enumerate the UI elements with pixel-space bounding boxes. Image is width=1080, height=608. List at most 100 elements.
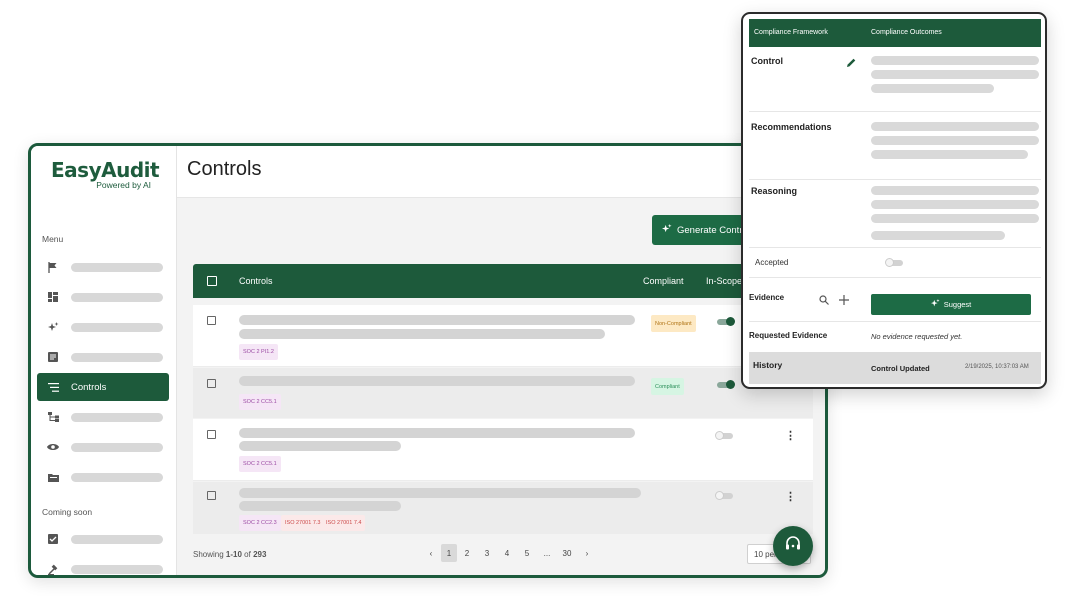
page-button[interactable]: 2 bbox=[457, 544, 477, 562]
sparkle-icon bbox=[930, 299, 940, 310]
in-scope-toggle[interactable] bbox=[715, 431, 733, 440]
sidebar-item-view[interactable] bbox=[37, 435, 169, 459]
nav-label-placeholder bbox=[71, 534, 163, 544]
logo-text: EasyAudit bbox=[51, 158, 160, 182]
sidebar-item-tasks[interactable] bbox=[37, 527, 169, 551]
in-scope-toggle[interactable] bbox=[715, 491, 733, 500]
page-title: Controls bbox=[187, 158, 262, 180]
recommendations-section: Recommendations bbox=[749, 112, 1041, 180]
panel-tabs: Compliance Framework Compliance Outcomes bbox=[749, 19, 1041, 47]
table-row[interactable]: SOC 2 CC5.1 ⋮ bbox=[193, 419, 813, 481]
sidebar-item-flag[interactable] bbox=[37, 255, 169, 279]
in-scope-toggle[interactable] bbox=[717, 380, 735, 389]
accepted-toggle[interactable] bbox=[885, 258, 903, 267]
column-header-in-scope[interactable]: In-Scope bbox=[706, 276, 742, 286]
text-placeholder bbox=[871, 214, 1039, 223]
control-text-placeholder bbox=[239, 441, 401, 451]
framework-tag: ISO 27001 7.3 bbox=[281, 515, 325, 531]
headset-icon bbox=[784, 535, 802, 558]
in-scope-toggle[interactable] bbox=[717, 317, 735, 326]
pagination: ‹ 1 2 3 4 5 ... 30 › bbox=[421, 544, 597, 562]
search-icon[interactable] bbox=[819, 292, 829, 310]
sidebar-item-controls[interactable]: Controls bbox=[37, 373, 169, 401]
row-actions-menu-icon[interactable]: ⋮ bbox=[785, 431, 796, 442]
toggle-knob bbox=[726, 317, 735, 326]
evidence-label: Evidence bbox=[749, 293, 785, 302]
text-placeholder bbox=[871, 136, 1039, 145]
accepted-section: Accepted bbox=[749, 248, 1041, 278]
toggle-knob bbox=[726, 380, 735, 389]
text-placeholder bbox=[871, 150, 1028, 159]
control-text-placeholder bbox=[239, 428, 635, 438]
text-placeholder bbox=[871, 56, 1039, 65]
nav-label-placeholder bbox=[71, 322, 163, 332]
table-footer: Showing 1-10 of 293 ‹ 1 2 3 4 5 ... 30 ›… bbox=[193, 544, 813, 566]
status-badge: Compliant bbox=[651, 378, 684, 395]
edit-icon[interactable] bbox=[847, 54, 856, 72]
list-icon bbox=[47, 381, 59, 393]
text-placeholder bbox=[871, 200, 1039, 209]
text-placeholder bbox=[871, 70, 1039, 79]
support-button[interactable] bbox=[773, 526, 813, 566]
nav-label-placeholder bbox=[71, 262, 163, 272]
reasoning-label: Reasoning bbox=[751, 186, 798, 196]
generate-controls-label: Generate Contr bbox=[677, 224, 743, 236]
tab-compliance-outcomes[interactable]: Compliance Outcomes bbox=[871, 29, 942, 36]
sidebar-item-documents[interactable] bbox=[37, 345, 169, 369]
sidebar-item-dashboard[interactable] bbox=[37, 285, 169, 309]
sidebar: EasyAudit Powered by AI Menu Controls Co… bbox=[31, 146, 177, 575]
recommendations-label: Recommendations bbox=[751, 122, 832, 132]
prev-page-button[interactable]: ‹ bbox=[421, 544, 441, 562]
tab-compliance-framework[interactable]: Compliance Framework bbox=[754, 29, 828, 36]
row-checkbox[interactable] bbox=[207, 430, 216, 439]
select-all-checkbox[interactable] bbox=[207, 276, 217, 286]
row-actions-menu-icon[interactable]: ⋮ bbox=[785, 492, 796, 503]
flag-icon bbox=[47, 261, 59, 273]
column-header-controls[interactable]: Controls bbox=[239, 276, 273, 286]
page-button[interactable]: 5 bbox=[517, 544, 537, 562]
dashboard-icon bbox=[47, 291, 59, 303]
row-checkbox[interactable] bbox=[207, 379, 216, 388]
sidebar-item-hierarchy[interactable] bbox=[37, 405, 169, 429]
page-button-current[interactable]: 1 bbox=[441, 544, 457, 562]
checkbox-icon bbox=[47, 533, 59, 545]
page-button[interactable]: 4 bbox=[497, 544, 517, 562]
table-row[interactable]: SOC 2 CC2.3 ISO 27001 7.3 ISO 27001 7.4 … bbox=[193, 482, 813, 534]
history-label: History bbox=[753, 360, 783, 370]
control-label: Control bbox=[751, 56, 783, 66]
sidebar-item-label: Controls bbox=[71, 381, 107, 393]
table-row[interactable]: SOC 2 PI1.2 Non-Compliant bbox=[193, 305, 813, 367]
toggle-knob bbox=[715, 431, 724, 440]
text-placeholder bbox=[871, 84, 994, 93]
nav-label-placeholder bbox=[71, 412, 163, 422]
requested-evidence-value: No evidence requested yet. bbox=[871, 332, 963, 341]
control-text-placeholder bbox=[239, 315, 635, 325]
control-text-placeholder bbox=[239, 488, 641, 498]
toggle-knob bbox=[715, 491, 724, 500]
row-checkbox[interactable] bbox=[207, 491, 216, 500]
main-content: Controls Generate Contr Controls Complia… bbox=[177, 146, 825, 575]
column-header-compliant[interactable]: Compliant bbox=[643, 276, 684, 286]
row-checkbox[interactable] bbox=[207, 316, 216, 325]
history-section[interactable]: History Control Updated 2/19/2025, 10:37… bbox=[749, 352, 1041, 384]
sidebar-item-folder[interactable] bbox=[37, 465, 169, 489]
text-placeholder bbox=[871, 122, 1039, 131]
framework-tag: ISO 27001 7.4 bbox=[322, 515, 366, 531]
sidebar-item-ai[interactable] bbox=[37, 315, 169, 339]
coming-soon-label: Coming soon bbox=[42, 507, 93, 517]
table-row[interactable]: SOC 2 CC5.1 Compliant bbox=[193, 368, 813, 418]
logo[interactable]: EasyAudit Powered by AI bbox=[51, 158, 160, 190]
control-text-placeholder bbox=[239, 329, 605, 339]
divider bbox=[749, 321, 1041, 322]
suggest-button[interactable]: Suggest bbox=[871, 294, 1031, 315]
history-event: Control Updated bbox=[871, 364, 930, 373]
eye-icon bbox=[47, 441, 59, 453]
page-button[interactable]: 30 bbox=[557, 544, 577, 562]
showing-prefix: Showing bbox=[193, 550, 226, 559]
sidebar-item-legal[interactable] bbox=[37, 557, 169, 575]
control-text-placeholder bbox=[239, 501, 401, 511]
add-icon[interactable] bbox=[839, 292, 849, 310]
hierarchy-icon bbox=[47, 411, 59, 423]
next-page-button[interactable]: › bbox=[577, 544, 597, 562]
page-button[interactable]: 3 bbox=[477, 544, 497, 562]
